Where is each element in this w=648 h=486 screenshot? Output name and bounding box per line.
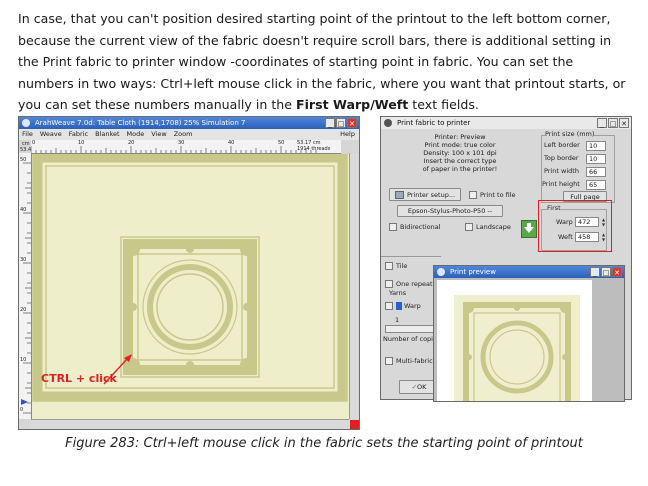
printer-info-line: Density: 100 x 101 dpi bbox=[423, 149, 497, 157]
ruler-left-label: 10 bbox=[20, 357, 27, 363]
landscape-label: Landscape bbox=[476, 223, 511, 231]
print-width-label: Print width bbox=[544, 167, 579, 175]
dialog-app-icon bbox=[384, 119, 392, 127]
ruler-unit: cm bbox=[22, 141, 30, 147]
print-to-file-checkbox[interactable]: Print to file bbox=[469, 191, 516, 199]
left-border-field[interactable]: 10 bbox=[586, 141, 606, 151]
printer-info-line: of paper in the printer! bbox=[422, 165, 498, 173]
copies-label: Number of copie bbox=[383, 335, 437, 343]
printer-setup-label: Printer setup... bbox=[406, 191, 456, 199]
maximize-icon[interactable]: □ bbox=[336, 118, 346, 128]
printer-model-select[interactable]: Epson-Stylus-Photo-P50 -- bbox=[397, 205, 503, 217]
vertical-scrollbar[interactable] bbox=[349, 153, 359, 419]
main-window-title: ArahWeave 7.0d: Table Cloth (1914,1708) … bbox=[35, 119, 246, 127]
warp-color-icon bbox=[396, 302, 402, 310]
top-border-field[interactable]: 10 bbox=[586, 154, 606, 164]
left-ruler: 50 40 30 20 10 0 bbox=[19, 153, 32, 419]
minimize-icon[interactable]: _ bbox=[590, 267, 600, 277]
figure-caption: Figure 283: Ctrl+left mouse click in the… bbox=[65, 436, 583, 451]
ruler-left-label: 0 bbox=[20, 407, 24, 413]
bidirectional-label: Bidirectional bbox=[400, 223, 441, 231]
preview-title: Print preview bbox=[450, 268, 496, 276]
printer-info-line: Print mode: true color bbox=[424, 141, 496, 149]
menu-blanket[interactable]: Blanket bbox=[95, 129, 119, 140]
menu-fabric[interactable]: Fabric bbox=[69, 129, 88, 140]
maximize-icon[interactable]: □ bbox=[608, 118, 618, 128]
printer-setup-button[interactable]: Printer setup... bbox=[389, 188, 461, 201]
warp-yarn-label: Warp bbox=[404, 302, 421, 310]
arahweave-main-window: ArahWeave 7.0d: Table Cloth (1914,1708) … bbox=[18, 116, 360, 430]
top-ruler: 0 10 20 30 40 50 53.17 cm 1914 threads bbox=[31, 140, 341, 154]
corner-marker bbox=[350, 420, 359, 429]
preview-titlebar[interactable]: Print preview _ □ ✕ bbox=[434, 266, 624, 278]
ruler-left-label: 50 bbox=[20, 157, 27, 163]
menu-zoom[interactable]: Zoom bbox=[174, 129, 193, 140]
preview-fabric bbox=[454, 295, 580, 401]
body-paragraph: In case, that you can't position desired… bbox=[18, 8, 630, 116]
menu-mode[interactable]: Mode bbox=[127, 129, 145, 140]
ruler-info-threads: 1914 threads bbox=[297, 146, 331, 152]
horizontal-scrollbar[interactable] bbox=[31, 419, 349, 429]
close-icon[interactable]: ✕ bbox=[619, 118, 629, 128]
menu-view[interactable]: View bbox=[151, 129, 166, 140]
fabric-canvas[interactable]: CTRL + click bbox=[32, 154, 349, 419]
bidirectional-checkbox[interactable]: Bidirectional bbox=[389, 223, 441, 231]
menu-file[interactable]: File bbox=[22, 129, 33, 140]
annotation-arrow-icon bbox=[103, 354, 132, 385]
print-arrow-button[interactable] bbox=[521, 220, 537, 238]
menu-weave[interactable]: Weave bbox=[40, 129, 62, 140]
highlight-box bbox=[538, 200, 612, 252]
ruler-top-label: 10 bbox=[78, 140, 85, 146]
printer-info-line: Printer: Preview bbox=[434, 133, 486, 141]
landscape-checkbox[interactable]: Landscape bbox=[465, 223, 511, 231]
print-dialog-titlebar[interactable]: Print fabric to printer _ □ ✕ bbox=[381, 117, 631, 129]
ruler-top-label: 50 bbox=[278, 140, 285, 146]
print-dialog-title: Print fabric to printer bbox=[397, 119, 471, 127]
preview-app-icon bbox=[437, 268, 445, 276]
printer-info: Printer: Preview Print mode: true color … bbox=[385, 133, 535, 173]
multi-fabric-checkbox[interactable]: Multi-fabric bbox=[385, 357, 433, 365]
ruler-left-label: 40 bbox=[20, 207, 27, 213]
main-menubar: File Weave Fabric Blanket Mode View Zoom… bbox=[19, 129, 359, 140]
ruler-left-label: 30 bbox=[20, 257, 27, 263]
menu-help[interactable]: Help bbox=[340, 129, 355, 140]
ruler-left-label: 20 bbox=[20, 307, 27, 313]
counter-value: 1 bbox=[395, 316, 400, 324]
paragraph-tail: text fields. bbox=[408, 97, 479, 112]
print-preview-window: Print preview _ □ ✕ bbox=[433, 265, 625, 402]
one-repeat-checkbox[interactable]: One repeat bbox=[385, 280, 433, 288]
print-to-file-label: Print to file bbox=[480, 191, 516, 199]
one-repeat-label: One repeat bbox=[396, 280, 433, 288]
printer-info-line: Insert the correct type bbox=[423, 157, 497, 165]
print-height-label: Print height bbox=[542, 180, 580, 188]
close-icon[interactable]: ✕ bbox=[612, 267, 622, 277]
print-height-field[interactable]: 65 bbox=[586, 180, 606, 190]
print-width-field[interactable]: 66 bbox=[586, 167, 606, 177]
yarns-label: Yarns bbox=[389, 289, 407, 297]
close-icon[interactable]: ✕ bbox=[347, 118, 357, 128]
multi-fabric-label: Multi-fabric bbox=[396, 357, 433, 365]
copies-slider[interactable] bbox=[385, 325, 435, 333]
top-border-label: Top border bbox=[544, 154, 579, 162]
minimize-icon[interactable]: _ bbox=[597, 118, 607, 128]
minimize-icon[interactable]: _ bbox=[325, 118, 335, 128]
main-titlebar[interactable]: ArahWeave 7.0d: Table Cloth (1914,1708) … bbox=[19, 117, 359, 129]
warp-yarn-checkbox[interactable]: Warp bbox=[385, 302, 421, 310]
ruler-top-label: 30 bbox=[178, 140, 185, 146]
paragraph-bold-term: First Warp/Weft bbox=[296, 97, 409, 112]
ruler-top-label: 20 bbox=[128, 140, 135, 146]
left-border-label: Left border bbox=[544, 141, 580, 149]
maximize-icon[interactable]: □ bbox=[601, 267, 611, 277]
tile-checkbox[interactable]: Tile bbox=[385, 262, 407, 270]
ruler-top-label: 0 bbox=[32, 140, 36, 146]
print-size-label: Print size (mm) bbox=[545, 130, 595, 138]
preview-page bbox=[437, 280, 592, 401]
ruler-top-label: 40 bbox=[228, 140, 235, 146]
printer-icon bbox=[394, 191, 404, 199]
ok-label: OK bbox=[417, 383, 427, 391]
app-icon bbox=[22, 119, 30, 127]
tile-label: Tile bbox=[396, 262, 408, 270]
